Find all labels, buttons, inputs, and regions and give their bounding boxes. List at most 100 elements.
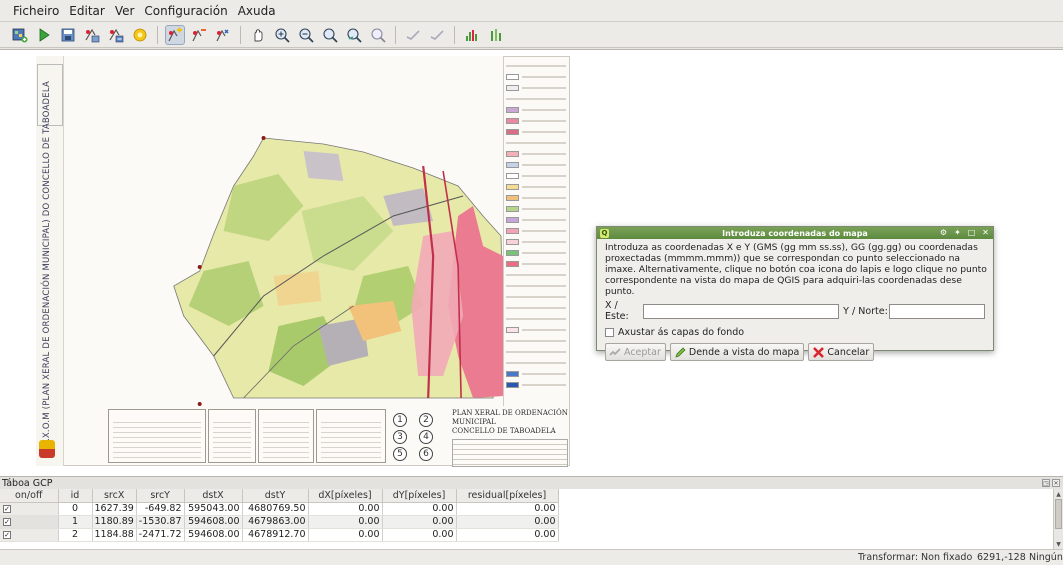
col-header-onoff[interactable]: on/off <box>0 489 59 503</box>
x-label: X / Este: <box>605 300 629 322</box>
menu-bar: Ficheiro Editar Ver Configuración Axuda <box>0 0 1063 22</box>
menu-ficheiro[interactable]: Ficheiro <box>8 4 64 18</box>
cell-dstx[interactable]: 594608.00 <box>184 528 243 542</box>
col-header-srcy[interactable]: srcY <box>136 489 185 503</box>
cell-dx: 0.00 <box>308 502 383 516</box>
dialog-shade-icon[interactable]: ✦ <box>953 228 962 237</box>
cell-dsty[interactable]: 4678912.70 <box>242 528 309 542</box>
cell-id: 2 <box>58 528 93 542</box>
zoom-last-icon[interactable] <box>344 25 364 45</box>
sheet-number: 1 <box>393 413 407 427</box>
transform-status: Transformar: Non fixado <box>858 552 973 563</box>
zoom-out-icon[interactable] <box>296 25 316 45</box>
add-point-icon[interactable] <box>165 24 185 45</box>
menu-ver[interactable]: Ver <box>110 4 140 18</box>
dialog-close-icon[interactable]: ✕ <box>981 228 990 237</box>
map-coordinates-dialog: Q Introduza coordenadas do mapa ⚙ ✦ □ ✕ … <box>596 226 994 361</box>
cell-srcx[interactable]: 1180.89 <box>92 515 137 529</box>
accept-button[interactable]: Aceptar <box>605 343 666 361</box>
cell-residual: 0.00 <box>456 528 559 542</box>
menu-configuracion[interactable]: Configuración <box>139 4 232 18</box>
enabled-checkbox-cell[interactable]: ✓ <box>0 502 59 516</box>
cell-srcx[interactable]: 1627.39 <box>92 502 137 516</box>
col-header-srcx[interactable]: srcX <box>92 489 137 503</box>
col-header-id[interactable]: id <box>58 489 93 503</box>
link-georef-to-qgis-icon[interactable] <box>403 25 423 45</box>
dialog-menu-icon[interactable]: ⚙ <box>939 228 948 237</box>
col-header-residual[interactable]: residual[píxeles] <box>456 489 559 503</box>
checkbox-checked-icon[interactable]: ✓ <box>3 518 11 526</box>
snap-background-checkbox[interactable] <box>605 328 614 337</box>
cell-dsty[interactable]: 4679863.00 <box>242 515 309 529</box>
col-header-dstx[interactable]: dstX <box>184 489 243 503</box>
cancel-button[interactable]: Cancelar <box>808 343 875 361</box>
status-bar: Transformar: Non fixado 6291,-128 Ningún <box>0 549 1063 565</box>
col-header-dy[interactable]: dY[píxeles] <box>382 489 457 503</box>
cell-dsty[interactable]: 4680769.50 <box>242 502 309 516</box>
cell-dy: 0.00 <box>382 528 457 542</box>
enabled-checkbox-cell[interactable]: ✓ <box>0 528 59 542</box>
y-north-input[interactable] <box>889 303 985 319</box>
cell-residual: 0.00 <box>456 502 559 516</box>
cancel-label: Cancelar <box>827 346 870 358</box>
cell-srcy[interactable]: -1530.87 <box>136 515 185 529</box>
start-georeferencing-icon[interactable] <box>34 25 54 45</box>
menu-axuda[interactable]: Axuda <box>233 4 281 18</box>
menu-editar[interactable]: Editar <box>64 4 110 18</box>
zoom-next-icon[interactable] <box>368 25 388 45</box>
dock-float-icon[interactable]: ◳ <box>1042 479 1050 487</box>
toolbar-separator <box>395 25 396 44</box>
cell-id: 0 <box>58 502 93 516</box>
table-row[interactable]: ✓ 0 1627.39 -649.82 595043.00 4680769.50… <box>0 502 559 516</box>
dialog-title-bar: Q Introduza coordenadas do mapa ⚙ ✦ □ ✕ <box>597 227 993 239</box>
cell-dstx[interactable]: 595043.00 <box>184 502 243 516</box>
table-row[interactable]: ✓ 1 1180.89 -1530.87 594608.00 4679863.0… <box>0 515 559 529</box>
checkbox-checked-icon[interactable]: ✓ <box>3 505 11 513</box>
cell-srcy[interactable]: -2471.72 <box>136 528 185 542</box>
gcp-table-scrollbar[interactable]: ▲ ▼ <box>1053 489 1063 549</box>
x-east-input[interactable] <box>642 303 840 319</box>
map-drawing <box>64 56 504 406</box>
cell-srcy[interactable]: -649.82 <box>136 502 185 516</box>
settings-icon[interactable] <box>130 25 150 45</box>
crs-status[interactable]: Ningún <box>1029 552 1063 563</box>
col-header-dsty[interactable]: dstY <box>242 489 309 503</box>
link-qgis-to-georef-icon[interactable] <box>427 25 447 45</box>
cell-srcx[interactable]: 1184.88 <box>92 528 137 542</box>
move-point-icon[interactable] <box>213 25 233 45</box>
cell-dx: 0.00 <box>308 515 383 529</box>
from-map-canvas-button[interactable]: Dende a vista do mapa <box>669 343 805 361</box>
plan-title-line1: PLAN XERAL DE ORDENACIÓN MUNICIPAL <box>452 409 568 426</box>
enabled-checkbox-cell[interactable]: ✓ <box>0 515 59 529</box>
cell-dstx[interactable]: 594608.00 <box>184 515 243 529</box>
plan-title-line2: CONCELLO DE TABOADELA <box>452 427 556 435</box>
cell-dy: 0.00 <box>382 515 457 529</box>
gcp-table-area: on/off id srcX srcY dstX dstY dX[píxeles… <box>0 489 1063 549</box>
scrollbar-thumb[interactable] <box>1055 499 1062 529</box>
gcp-table: on/off id srcX srcY dstX dstY dX[píxeles… <box>0 489 559 542</box>
y-label: Y / Norte: <box>843 305 888 317</box>
sheet-number: 5 <box>393 447 407 461</box>
snap-background-label: Axustar ás capas do fondo <box>618 327 745 338</box>
zoom-to-layer-icon[interactable] <box>320 25 340 45</box>
full-histogram-icon[interactable] <box>486 25 506 45</box>
scroll-down-icon[interactable]: ▼ <box>1054 539 1063 549</box>
delete-point-icon[interactable] <box>189 25 209 45</box>
dialog-maximize-icon[interactable]: □ <box>967 228 976 237</box>
histogram-stretch-icon[interactable] <box>462 25 482 45</box>
save-gcp-icon[interactable] <box>58 25 78 45</box>
generate-gdal-script-icon[interactable] <box>106 25 126 45</box>
toolbar-separator <box>157 25 158 44</box>
dock-close-icon[interactable]: ✕ <box>1052 479 1060 487</box>
scroll-up-icon[interactable]: ▲ <box>1054 489 1063 499</box>
checkbox-checked-icon[interactable]: ✓ <box>3 531 11 539</box>
accept-label: Aceptar <box>624 346 661 358</box>
gcp-dock-title: Táboa GCP <box>2 477 53 489</box>
load-gcp-icon[interactable] <box>82 25 102 45</box>
zoom-in-icon[interactable] <box>272 25 292 45</box>
table-row[interactable]: ✓ 2 1184.88 -2471.72 594608.00 4678912.7… <box>0 528 559 542</box>
pencil-icon <box>674 346 687 359</box>
col-header-dx[interactable]: dX[píxeles] <box>308 489 383 503</box>
add-raster-icon[interactable] <box>10 25 30 45</box>
pan-icon[interactable] <box>248 25 268 45</box>
